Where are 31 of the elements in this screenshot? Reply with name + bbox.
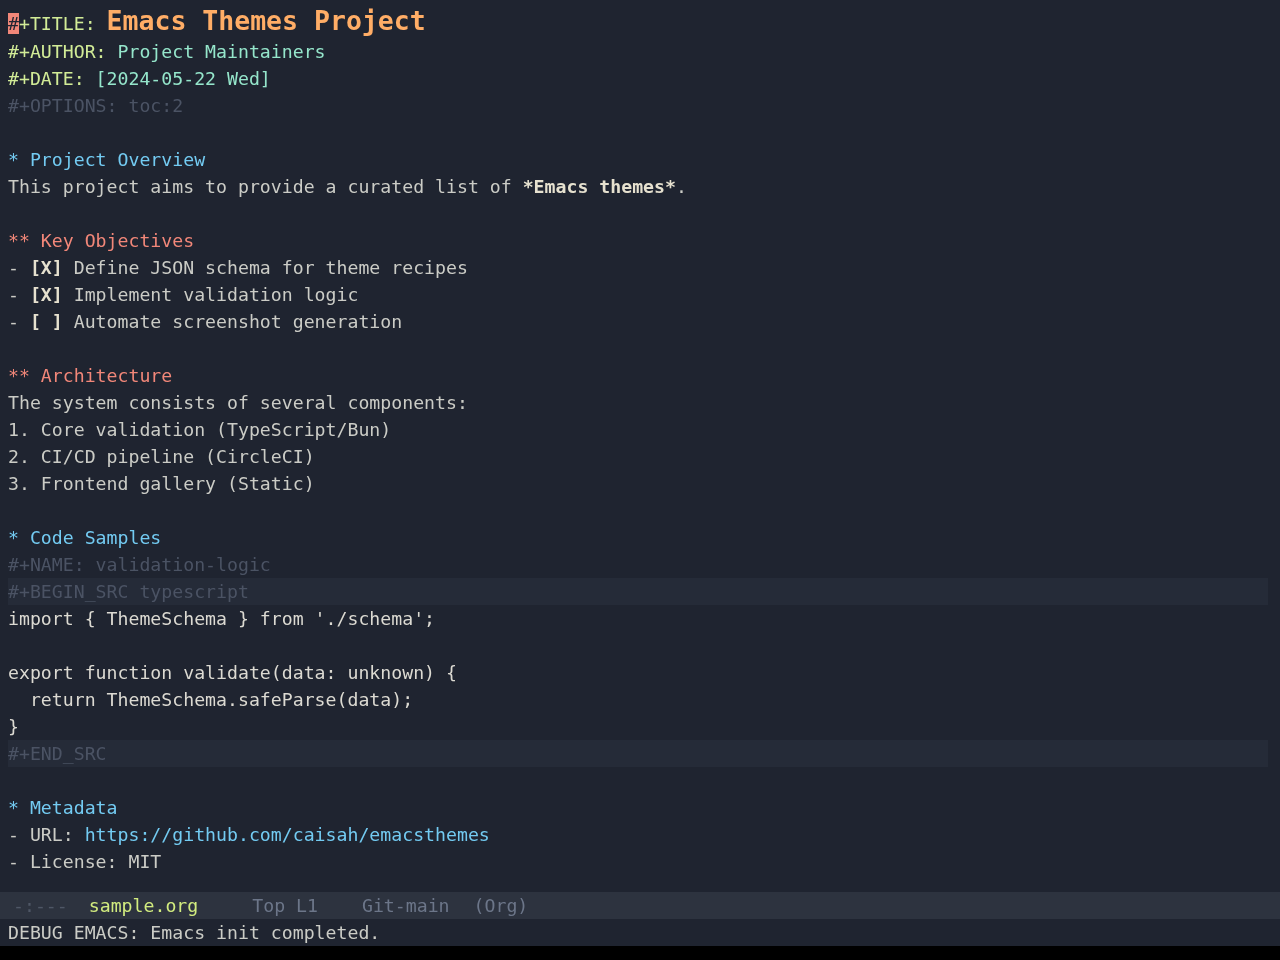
heading: * Metadata xyxy=(8,796,118,820)
document-title: Emacs Themes Project xyxy=(106,4,426,38)
code-line: import { ThemeSchema } from './schema'; xyxy=(8,607,436,631)
checklist-item: - [ ] Automate screenshot generation xyxy=(8,310,403,334)
heading: ** Architecture xyxy=(8,364,173,388)
cursor-position: Top L1 xyxy=(252,894,318,918)
list-item: - License: MIT xyxy=(8,850,162,874)
org-keyword: #+DATE: xyxy=(8,67,85,91)
major-mode: (Org) xyxy=(473,894,529,918)
list-item: 2. CI/CD pipeline (CircleCI) xyxy=(8,445,315,469)
buffer-name: sample.org xyxy=(88,894,199,918)
code-line: } xyxy=(8,715,19,739)
echo-message: DEBUG EMACS: Emacs init completed. xyxy=(8,921,381,945)
checklist-item: - [X] Define JSON schema for theme recipes xyxy=(8,256,468,280)
list-item: 3. Frontend gallery (Static) xyxy=(8,472,315,496)
heading: * Project Overview xyxy=(8,148,206,172)
code-line: export function validate(data: unknown) { xyxy=(8,661,457,685)
keyword-value: [2024-05-22 Wed] xyxy=(95,67,271,91)
url-link[interactable]: https://github.com/caisah/emacsthemes xyxy=(84,824,490,845)
checklist-item: - [X] Implement validation logic xyxy=(8,283,359,307)
modified-indicator: -:--- xyxy=(13,894,68,918)
org-keyword: #+AUTHOR: xyxy=(8,40,107,64)
paragraph: The system consists of several components: xyxy=(8,391,468,415)
heading: * Code Samples xyxy=(8,526,162,550)
heading: ** Key Objectives xyxy=(8,229,195,253)
git-branch: Git-main xyxy=(361,894,450,918)
paragraph: This project aims to provide a curated list of *Emacs themes*. xyxy=(8,175,687,199)
list-item: 1. Core validation (TypeScript/Bun) xyxy=(8,418,392,442)
keyword-value: Project Maintainers xyxy=(117,40,326,64)
list-item: - URL: https://github.com/caisah/emacsthemes xyxy=(8,823,490,847)
code-line: return ThemeSchema.safeParse(data); xyxy=(28,688,414,712)
